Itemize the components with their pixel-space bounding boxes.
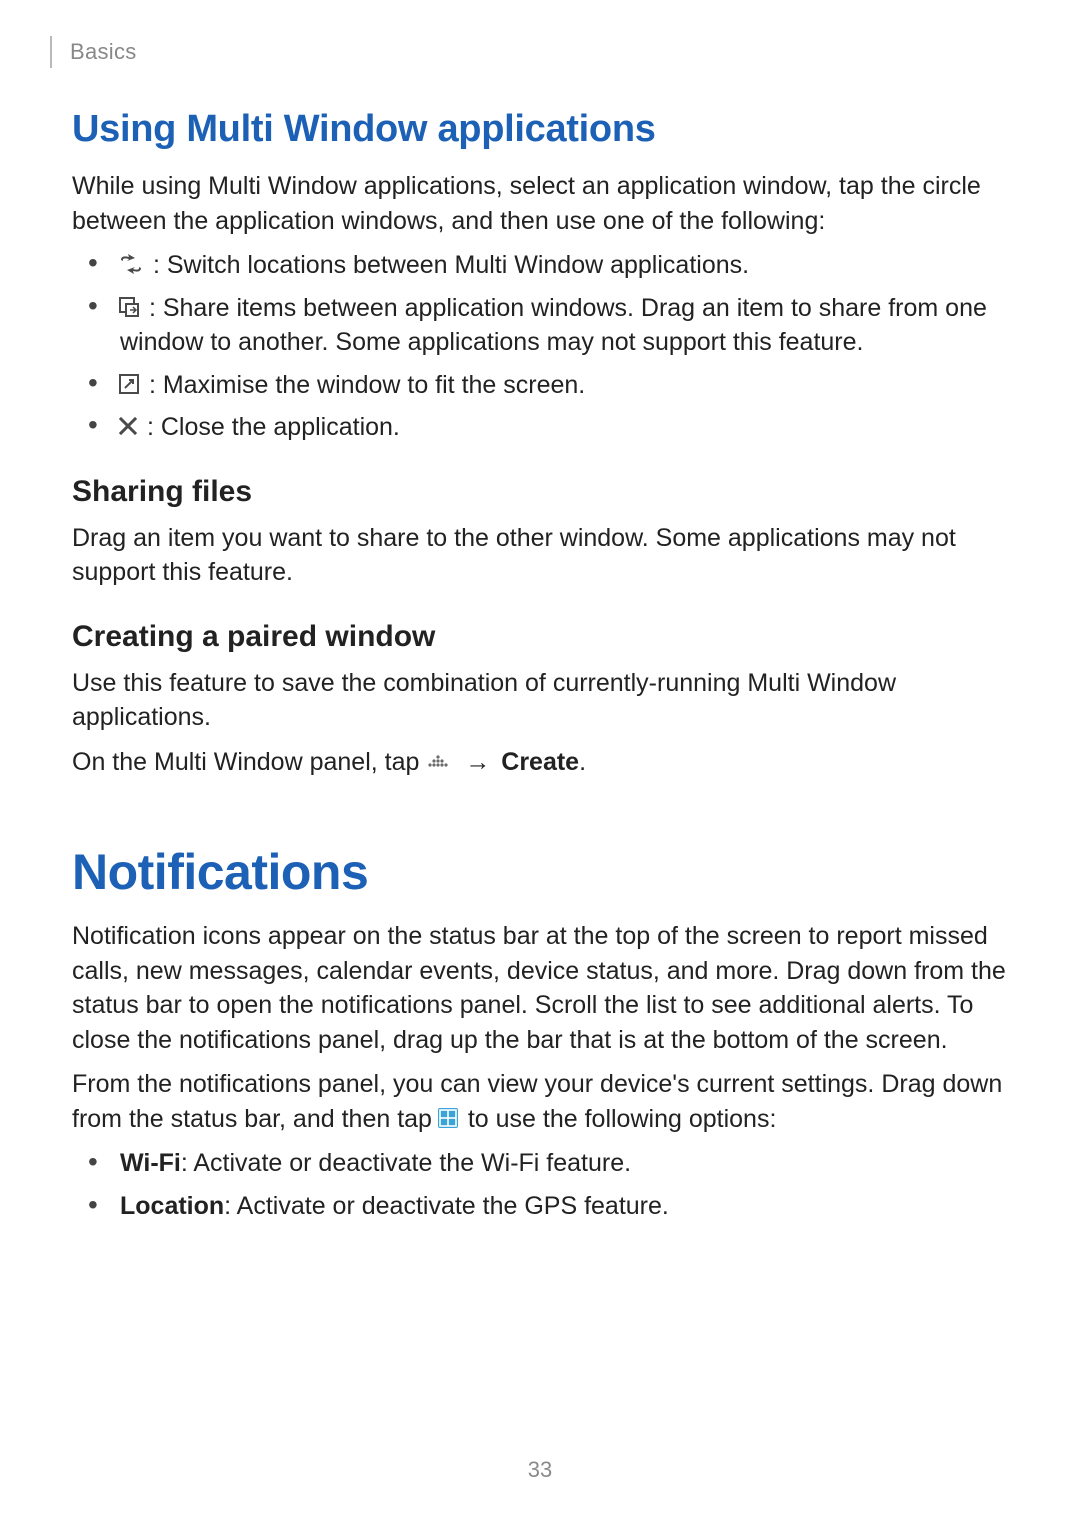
list-item-text: : Close the application.	[147, 413, 400, 441]
list-item: : Switch locations between Multi Window …	[100, 248, 1008, 283]
list-item: : Maximise the window to fit the screen.	[100, 368, 1008, 403]
text-fragment: On the Multi Window panel, tap	[72, 748, 426, 776]
notifications-para2: From the notifications panel, you can vi…	[72, 1067, 1008, 1136]
breadcrumb: Basics	[70, 39, 137, 65]
text-fragment: .	[579, 748, 586, 776]
header-rule	[50, 36, 52, 68]
list-item-text: : Share items between application window…	[120, 294, 987, 357]
maximise-icon	[118, 373, 140, 395]
list-item: Wi-Fi: Activate or deactivate the Wi-Fi …	[100, 1146, 1008, 1181]
notifications-para1: Notification icons appear on the status …	[72, 919, 1008, 1057]
create-label: Create	[501, 748, 579, 776]
multi-window-intro: While using Multi Window applications, s…	[72, 169, 1008, 238]
text-fragment: to use the following options:	[461, 1105, 776, 1133]
quick-settings-grid-icon	[437, 1107, 459, 1129]
feature-label: Wi-Fi	[120, 1149, 181, 1177]
page-number: 33	[0, 1457, 1080, 1483]
list-item: : Share items between application window…	[100, 291, 1008, 360]
feature-text: : Activate or deactivate the GPS feature…	[224, 1192, 669, 1220]
switch-icon	[118, 254, 144, 274]
paired-window-text1: Use this feature to save the combination…	[72, 666, 1008, 735]
page-header: Basics	[72, 36, 1008, 68]
list-item-text: : Switch locations between Multi Window …	[153, 251, 749, 279]
subheading-sharing-files: Sharing files	[72, 475, 1008, 509]
share-icon	[118, 296, 140, 318]
paired-window-text2: On the Multi Window panel, tap → Create.	[72, 745, 1008, 780]
notification-options-list: Wi-Fi: Activate or deactivate the Wi-Fi …	[72, 1146, 1008, 1224]
subheading-paired-window: Creating a paired window	[72, 620, 1008, 654]
list-item-text: : Maximise the window to fit the screen.	[149, 371, 585, 399]
close-icon	[118, 416, 138, 436]
panel-dots-icon	[424, 753, 452, 769]
section-heading-multi-window: Using Multi Window applications	[72, 108, 1008, 151]
list-item: Location: Activate or deactivate the GPS…	[100, 1189, 1008, 1224]
arrow-icon: →	[461, 745, 494, 780]
sharing-files-text: Drag an item you want to share to the ot…	[72, 521, 1008, 590]
feature-label: Location	[120, 1192, 224, 1220]
list-item: : Close the application.	[100, 410, 1008, 445]
feature-text: : Activate or deactivate the Wi-Fi featu…	[181, 1149, 631, 1177]
section-heading-notifications: Notifications	[72, 843, 1008, 901]
multi-window-options-list: : Switch locations between Multi Window …	[72, 248, 1008, 445]
